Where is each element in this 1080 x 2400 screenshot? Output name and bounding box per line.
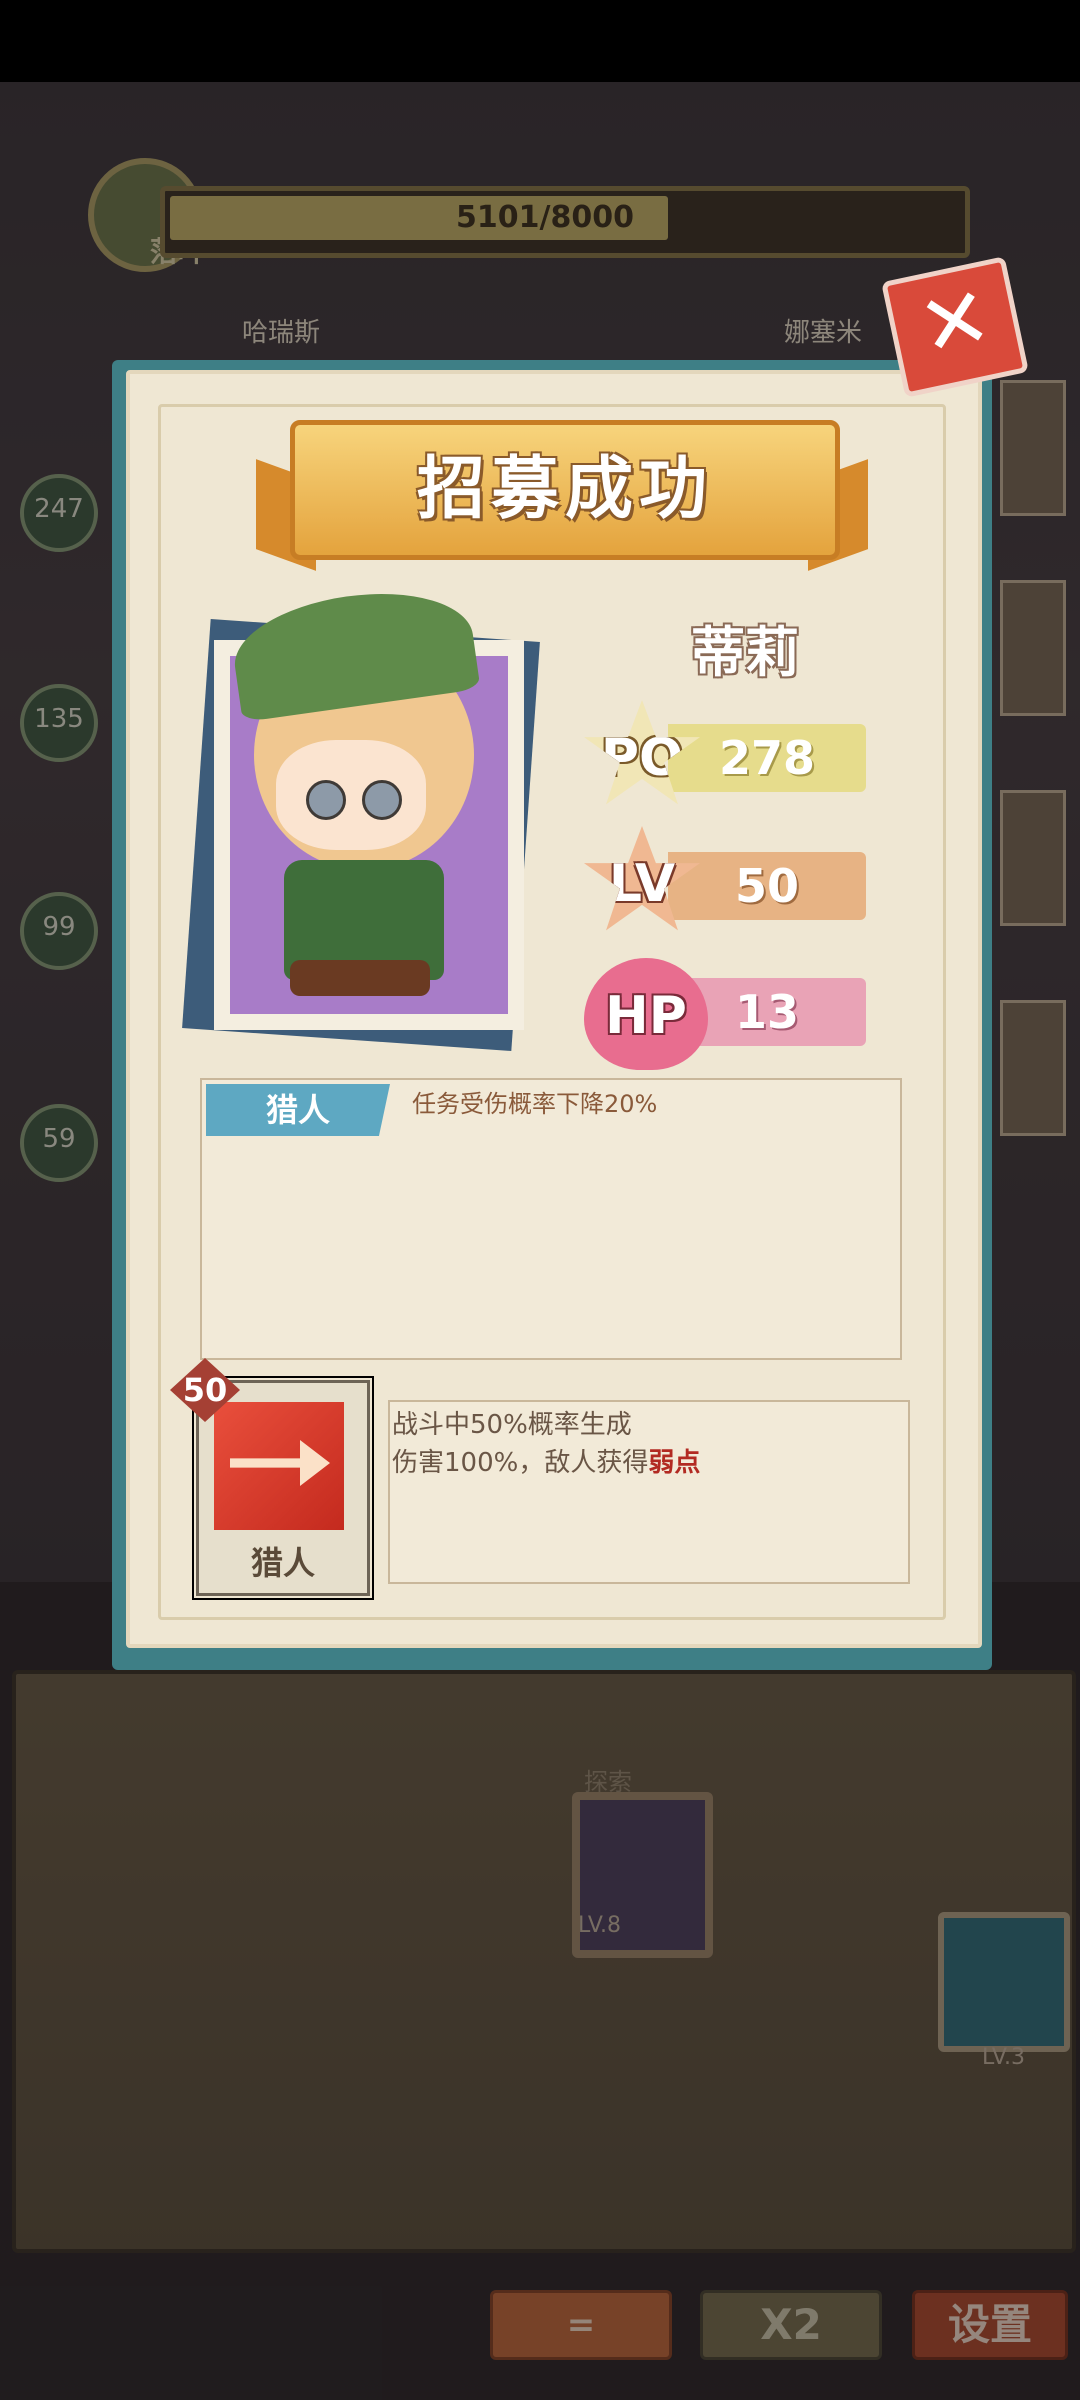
skill-description-line: 伤害100%，敌人获得弱点: [392, 1442, 700, 1479]
stat-po-value: 278: [668, 724, 866, 792]
skill-name: 猎人: [250, 1544, 315, 1582]
stat-lv-value: 50: [668, 852, 866, 920]
trait-description: 任务受伤概率下降20%: [412, 1090, 658, 1118]
skill-text-prefix: 伤害100%，敌人获得: [392, 1448, 649, 1478]
skill-description-line: 战斗中50%概率生成: [392, 1410, 632, 1440]
trait-tag: 猎人: [206, 1084, 390, 1136]
character-eye: [306, 780, 346, 820]
dialog-title: 招募成功: [416, 450, 713, 529]
status-bar: [0, 0, 1080, 82]
character-face: [276, 740, 426, 850]
character-boots: [290, 960, 430, 996]
character-name: 蒂莉: [691, 621, 799, 684]
skill-keyword-weakness: 弱点: [648, 1448, 701, 1478]
hp-heart-icon: HP: [584, 958, 708, 1070]
character-eye: [362, 780, 402, 820]
